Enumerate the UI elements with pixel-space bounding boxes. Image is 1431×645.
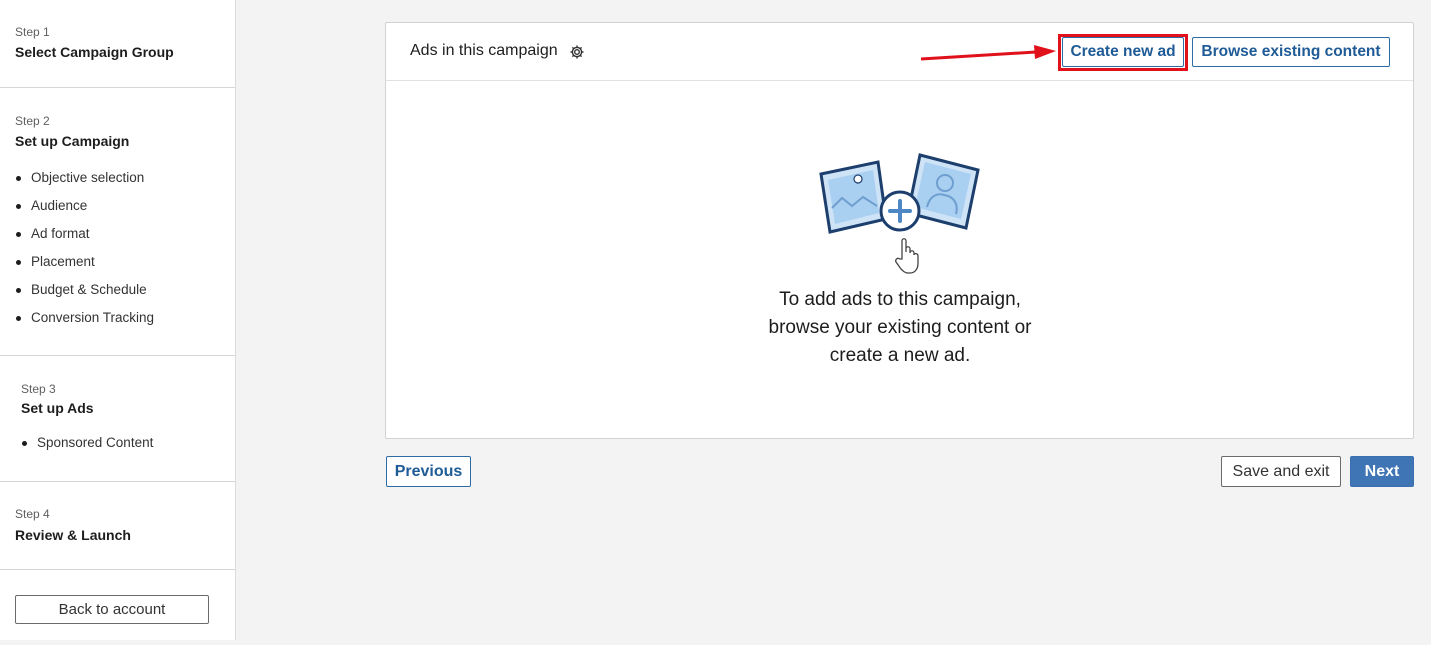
sidebar-step-4[interactable]: Step 4 Review & Launch xyxy=(0,482,235,570)
sublist-item-objective-selection[interactable]: Objective selection xyxy=(15,164,154,192)
image-icon xyxy=(819,160,888,234)
sublist-item-placement[interactable]: Placement xyxy=(15,248,154,276)
step-title: Set up Campaign xyxy=(15,133,130,149)
sidebar-step-2[interactable]: Step 2 Set up Campaign Objective selecti… xyxy=(0,88,235,356)
add-ads-illustration xyxy=(819,153,980,274)
sidebar: Step 1 Select Campaign Group Step 2 Set … xyxy=(0,0,236,640)
arrow-icon xyxy=(920,45,1056,61)
browse-existing-content-button[interactable]: Browse existing content xyxy=(1192,37,1390,67)
step-number: Step 2 xyxy=(15,114,50,128)
step-number: Step 1 xyxy=(15,25,50,39)
save-and-exit-button[interactable]: Save and exit xyxy=(1221,456,1341,487)
plus-icon xyxy=(879,190,921,232)
sublist-item-sponsored-content[interactable]: Sponsored Content xyxy=(21,429,153,457)
empty-state-line: create a new ad. xyxy=(829,345,971,366)
sublist-item-audience[interactable]: Audience xyxy=(15,192,154,220)
ads-card: Ads in this campaign Create new ad Brows… xyxy=(385,22,1414,439)
step-title: Select Campaign Group xyxy=(15,44,174,60)
step-title: Set up Ads xyxy=(21,400,94,416)
sublist-item-budget-schedule[interactable]: Budget & Schedule xyxy=(15,276,154,304)
hand-pointer-icon xyxy=(895,238,919,274)
step-2-sublist: Objective selection Audience Ad format P… xyxy=(15,164,154,332)
sublist-item-ad-format[interactable]: Ad format xyxy=(15,220,154,248)
sidebar-step-1[interactable]: Step 1 Select Campaign Group xyxy=(0,0,235,88)
sublist-item-conversion-tracking[interactable]: Conversion Tracking xyxy=(15,304,154,332)
empty-state-message: To add ads to this campaign, browse your… xyxy=(686,286,1114,370)
sidebar-step-3[interactable]: Step 3 Set up Ads Sponsored Content xyxy=(0,356,235,482)
step-number: Step 4 xyxy=(15,507,50,521)
back-to-account-button[interactable]: Back to account xyxy=(15,595,209,624)
card-title: Ads in this campaign xyxy=(410,42,558,59)
card-header: Ads in this campaign Create new ad Brows… xyxy=(386,23,1413,81)
gear-icon[interactable] xyxy=(569,44,585,60)
empty-state-line: To add ads to this campaign, xyxy=(779,289,1021,310)
step-number: Step 3 xyxy=(21,382,56,396)
create-new-ad-button[interactable]: Create new ad xyxy=(1062,37,1184,67)
previous-button[interactable]: Previous xyxy=(386,456,471,487)
step-title: Review & Launch xyxy=(15,527,131,543)
step-3-sublist: Sponsored Content xyxy=(21,429,153,457)
empty-state-line: browse your existing content or xyxy=(768,317,1032,338)
next-button[interactable]: Next xyxy=(1350,456,1414,487)
